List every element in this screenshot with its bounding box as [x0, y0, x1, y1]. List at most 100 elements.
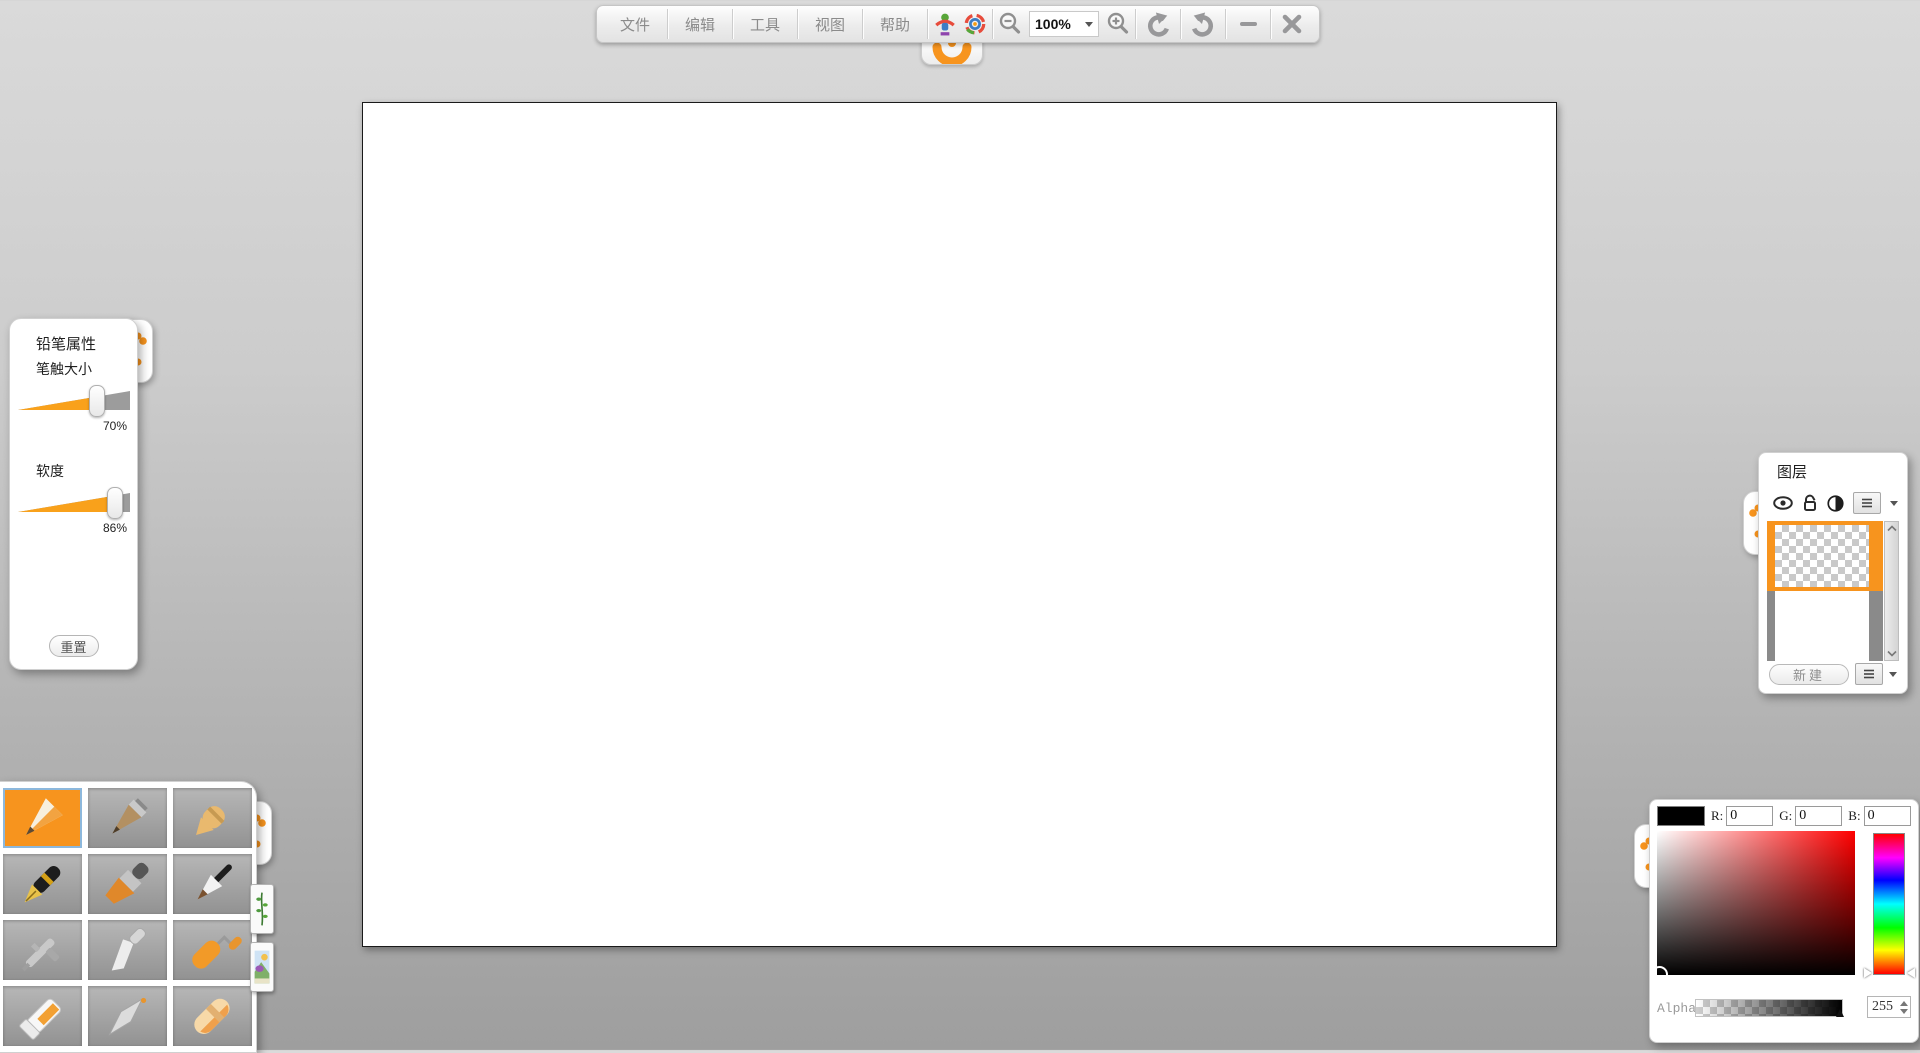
scroll-down-icon[interactable] [1887, 650, 1897, 657]
menu-lines-icon [1862, 668, 1876, 680]
menu-item-1[interactable]: 编辑 [670, 9, 730, 39]
alpha-value-box [1867, 996, 1911, 1018]
picture-stamp-button[interactable] [250, 942, 274, 992]
b-label: B: [1848, 808, 1860, 824]
tool-grid [3, 788, 252, 1046]
tool-paint-jar[interactable] [3, 986, 82, 1046]
sliders-container: 笔触大小 70% 软度86% [10, 357, 137, 561]
slider-value: 86% [103, 521, 127, 535]
scroll-up-icon[interactable] [1887, 525, 1897, 532]
layer-2[interactable] [1767, 591, 1883, 661]
current-color-swatch [1657, 806, 1705, 826]
close-button[interactable] [1273, 9, 1311, 39]
redo-button[interactable] [1183, 9, 1223, 39]
layer-contrast-icon[interactable] [1827, 495, 1844, 512]
layer-scrollbar[interactable] [1884, 521, 1899, 661]
menu-item-3[interactable]: 视图 [800, 9, 860, 39]
blade-icon [92, 989, 164, 1043]
tool-blade[interactable] [88, 986, 167, 1046]
spinner-down-icon[interactable] [1900, 1009, 1908, 1014]
tool-airbrush[interactable] [3, 920, 82, 980]
layers-options-menu-button[interactable] [1855, 663, 1883, 685]
toolbar-separator [1225, 9, 1226, 39]
slider-1: 软度86% [10, 459, 137, 561]
slider-handle[interactable] [89, 385, 105, 417]
slider-0: 笔触大小 70% [10, 357, 137, 459]
slider-track[interactable] [18, 491, 130, 515]
toolbar-separator [1270, 9, 1271, 39]
tool-eraser[interactable] [173, 986, 252, 1046]
tool-wood-pencil[interactable] [88, 788, 167, 848]
close-icon [1282, 14, 1302, 34]
zoom-level-value: 100% [1035, 16, 1071, 32]
color-picker-panel: R: G: B: Alpha [1649, 799, 1919, 1043]
toolbar-separator [667, 9, 668, 39]
toolbar-separator [862, 9, 863, 39]
layer-mode-menu-button[interactable] [1853, 492, 1881, 514]
picture-stamp-icon [253, 945, 271, 989]
tool-flat-brush[interactable] [88, 854, 167, 914]
hue-marker-left[interactable] [1864, 968, 1872, 978]
alpha-spinner [1900, 1001, 1908, 1014]
r-input[interactable] [1726, 806, 1773, 826]
b-input[interactable] [1864, 806, 1911, 826]
slider-track[interactable] [18, 389, 130, 413]
new-layer-button[interactable]: 新建 [1769, 664, 1849, 685]
alpha-marker[interactable] [1836, 1009, 1844, 1017]
flat-brush-icon [92, 857, 164, 911]
undo-button[interactable] [1138, 9, 1178, 39]
menu-container: 文件编辑工具视图帮助 [605, 9, 925, 39]
menu-item-4[interactable]: 帮助 [865, 9, 925, 39]
hue-marker-right[interactable] [1907, 968, 1915, 978]
toolbar-separator [1135, 9, 1136, 39]
slider-label: 笔触大小 [36, 359, 92, 379]
menu-item-2[interactable]: 工具 [735, 9, 795, 39]
slider-value: 70% [103, 419, 127, 433]
toolbar-separator [797, 9, 798, 39]
rainbow-globe-icon[interactable] [960, 9, 990, 39]
tool-ink-brush[interactable] [173, 854, 252, 914]
g-input[interactable] [1795, 806, 1842, 826]
zoom-in-button[interactable] [1103, 9, 1133, 39]
minimize-icon [1240, 22, 1257, 27]
alpha-input[interactable] [1872, 999, 1898, 1015]
zoom-level-dropdown[interactable]: 100% [1029, 11, 1099, 37]
toolbar-separator [992, 9, 993, 39]
chevron-down-icon[interactable] [1890, 501, 1898, 506]
sv-cursor[interactable] [1657, 966, 1668, 975]
layer-list [1767, 521, 1883, 661]
app-background: { "toolbar": { "menus": ["文件", "编辑", "工具… [0, 0, 1920, 1050]
toolbar-separator [1180, 9, 1181, 39]
paint-roller-icon [177, 923, 249, 977]
rgb-row: R: G: B: [1657, 805, 1913, 827]
palette-knife-icon [92, 923, 164, 977]
tool-palette-knife[interactable] [88, 920, 167, 980]
zoom-out-button[interactable] [995, 9, 1025, 39]
saturation-value-field[interactable] [1657, 831, 1855, 975]
minimize-button[interactable] [1228, 9, 1268, 39]
layer-unlock-icon[interactable] [1802, 494, 1818, 512]
chevron-down-icon [1085, 22, 1093, 27]
layer-1-selected[interactable] [1767, 521, 1883, 591]
layers-toolbar [1773, 491, 1899, 515]
slider-handle[interactable] [107, 487, 123, 519]
spinner-up-icon[interactable] [1900, 1001, 1908, 1006]
tool-paint-roller[interactable] [173, 920, 252, 980]
alpha-slider[interactable] [1695, 999, 1843, 1017]
toolbar-separator [927, 9, 928, 39]
toolbar-separator [732, 9, 733, 39]
drawing-canvas[interactable] [362, 102, 1557, 947]
tool-sharp-pencil[interactable] [3, 788, 82, 848]
chevron-down-icon[interactable] [1889, 672, 1897, 677]
menu-item-0[interactable]: 文件 [605, 9, 665, 39]
reset-button[interactable]: 重置 [49, 635, 99, 657]
layer-visibility-eye-icon[interactable] [1773, 496, 1793, 510]
hue-bar[interactable] [1873, 833, 1905, 975]
tool-fountain-pen[interactable] [3, 854, 82, 914]
pencil-properties-panel: 铅笔属性 笔触大小70%软度86% 重置 [9, 318, 138, 670]
tool-crayon[interactable] [173, 788, 252, 848]
rainbow-figure-icon[interactable] [930, 9, 960, 39]
plant-stamp-button[interactable] [250, 884, 274, 934]
sharp-pencil-icon [7, 791, 79, 845]
crayon-icon [177, 791, 249, 845]
